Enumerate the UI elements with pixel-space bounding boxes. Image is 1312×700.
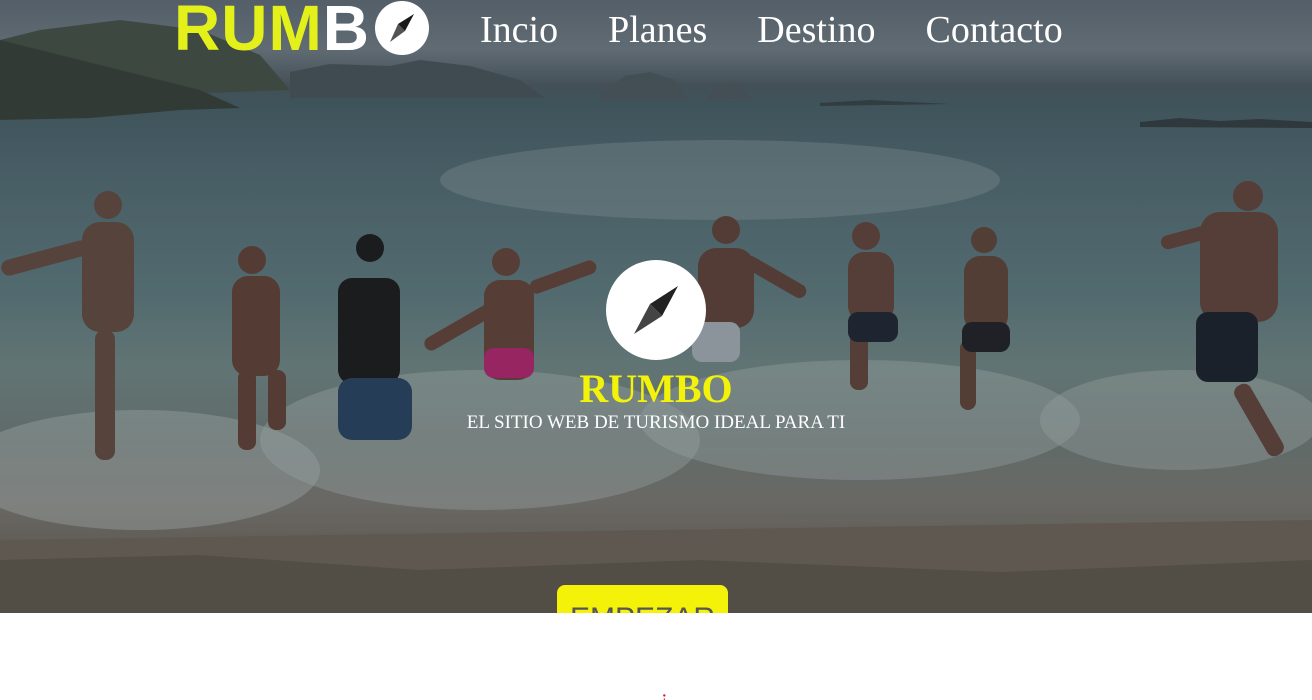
nav-item-contacto[interactable]: Contacto — [926, 8, 1063, 52]
logo-text-yellow: RUM — [174, 0, 323, 64]
section-heading-fragment: ¡ — [661, 687, 668, 700]
main-nav: Incio Planes Destino Contacto — [480, 8, 1063, 52]
compass-icon — [374, 0, 430, 56]
start-button[interactable]: EMPEZAR — [557, 585, 728, 613]
nav-item-planes[interactable]: Planes — [608, 8, 707, 52]
hero-content: RUMBO EL SITIO WEB DE TURISMO IDEAL PARA… — [0, 260, 1312, 434]
hero-title: RUMBO — [579, 366, 733, 411]
nav-item-destino[interactable]: Destino — [757, 8, 875, 52]
compass-icon — [606, 260, 706, 360]
site-logo[interactable]: RUM B — [174, 0, 430, 64]
content-section: ¡ — [0, 613, 1312, 700]
nav-item-inicio[interactable]: Incio — [480, 8, 558, 52]
hero-section: RUM B Incio Planes Destino Contacto RUMBO… — [0, 0, 1312, 613]
hero-subtitle: EL SITIO WEB DE TURISMO IDEAL PARA TI — [466, 412, 846, 433]
logo-text-white: B — [322, 0, 370, 64]
